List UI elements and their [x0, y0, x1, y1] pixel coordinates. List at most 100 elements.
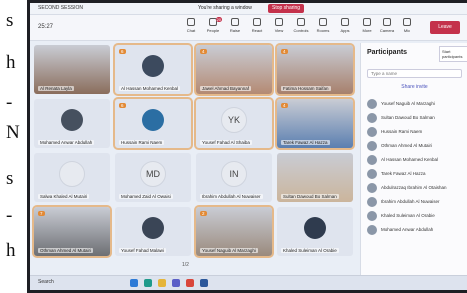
- toolbar-label: Raise: [229, 28, 241, 33]
- participant-list: Yousef Naguib Al Marzaghi Sultan Dawoud B…: [365, 97, 467, 237]
- participant-name: Ibrahim Abdullah Al Nuwaiser: [200, 194, 263, 199]
- title-bar: SECOND SESSION You're sharing a window S…: [30, 3, 467, 15]
- participant-list-name: Ibrahim Abdullah Al Nuwaiser: [381, 199, 440, 204]
- camera-icon: [383, 18, 391, 26]
- margin-glyph: s: [6, 10, 14, 31]
- reaction-count-badge: 4: [281, 49, 288, 54]
- participant-name: Yousef Fahad Malawi: [119, 248, 166, 253]
- toolbar-raise-button[interactable]: Raise: [224, 18, 246, 38]
- participant-name: Mohamed Zaid Al Owaisi: [119, 194, 173, 199]
- participant-video-tile[interactable]: MD Mohamed Zaid Al Owaisi: [115, 153, 191, 202]
- participant-list-item[interactable]: Hussain Rami Naem: [365, 125, 467, 139]
- toolbar-camera-button[interactable]: Camera: [376, 18, 398, 38]
- participants-panel: Participants Start participants Type a n…: [360, 43, 467, 275]
- panel-tooltip: Start participants: [439, 46, 467, 62]
- view-icon: [275, 18, 283, 26]
- participant-video-tile[interactable]: 4 Tarek Fawaz Al Hazza: [275, 97, 355, 150]
- reaction-count-badge: 2: [200, 211, 207, 216]
- participant-list-item[interactable]: Sultan Dawoud Bo Salman: [365, 111, 467, 125]
- controls-icon: [297, 18, 305, 26]
- participant-video-tile[interactable]: YK Yousef Fahad Al Shaiba: [194, 97, 274, 150]
- participant-name: Othman Ahmed Al Mutairi: [38, 248, 94, 253]
- participant-video-tile[interactable]: IN Ibrahim Abdullah Al Nuwaiser: [196, 153, 272, 202]
- meeting-timer: 25:27: [38, 24, 54, 30]
- toolbar-react-button[interactable]: React: [246, 18, 268, 38]
- initials-avatar: MD: [140, 160, 166, 187]
- windows-taskbar: Search: [30, 275, 467, 290]
- taskbar-search[interactable]: Search: [38, 279, 54, 285]
- participant-list-item[interactable]: Othman Ahmed Al Mutairi: [365, 139, 467, 153]
- participant-video-tile[interactable]: Salwa Khaled Al Mutairi: [34, 153, 110, 202]
- toolbar-label: Rooms: [316, 28, 330, 33]
- avatar: [367, 155, 377, 165]
- toolbar-label: React: [251, 28, 263, 33]
- stop-sharing-button[interactable]: Stop sharing: [268, 4, 305, 13]
- reaction-count-badge: 6: [119, 103, 126, 108]
- participant-list-name: Tarek Fawaz Al Hazza: [381, 171, 426, 176]
- start-icon[interactable]: [130, 279, 138, 287]
- participant-video-tile[interactable]: 7 Othman Ahmed Al Mutairi: [32, 205, 112, 258]
- margin-glyph: -: [6, 205, 13, 226]
- avatar: [367, 99, 377, 109]
- participant-list-item[interactable]: Ibrahim Abdullah Al Nuwaiser: [365, 195, 467, 209]
- participant-video-tile[interactable]: Sultan Dawoud Bo Salman: [277, 153, 353, 202]
- participant-video-tile[interactable]: 4 Fatima Hossam Saifan: [275, 43, 355, 96]
- participant-video-tile[interactable]: 6 Al Hassan Mohamed Kenbal: [113, 43, 193, 96]
- initials-avatar: [59, 160, 85, 187]
- avatar: [367, 197, 377, 207]
- participant-list-item[interactable]: Khaled Suleiman Al Orabie: [365, 209, 467, 223]
- teams-icon[interactable]: [172, 279, 180, 287]
- page-indicator[interactable]: 1/2: [182, 262, 189, 268]
- participant-name: Yousef Naguib Al Marzaghi: [200, 248, 258, 253]
- toolbar-apps-button[interactable]: Apps: [334, 18, 356, 38]
- participant-search-input[interactable]: Type a name: [367, 69, 462, 78]
- sharing-status: You're sharing a window: [198, 5, 252, 11]
- participant-video-tile[interactable]: 2 Yousef Naguib Al Marzaghi: [194, 205, 274, 258]
- avatar: [61, 108, 83, 131]
- word-icon[interactable]: [200, 279, 208, 287]
- participant-name: Salwa Khaled Al Mutairi: [38, 194, 90, 199]
- participant-video-tile[interactable]: Mohamed Anwar Abdullah: [34, 99, 110, 148]
- teams-meeting-screen: SECOND SESSION You're sharing a window S…: [30, 3, 467, 290]
- reaction-count-badge: 4: [200, 49, 207, 54]
- participant-list-item[interactable]: Tarek Fawaz Al Hazza: [365, 167, 467, 181]
- toolbar-controls-button[interactable]: Controls: [290, 18, 312, 38]
- participant-video-tile[interactable]: Khaled Suleiman Al Orabie: [277, 207, 353, 256]
- toolbar-view-button[interactable]: View: [268, 18, 290, 38]
- toolbar-label: Apps: [340, 28, 350, 33]
- participant-list-item[interactable]: Abdulrazzaq Ibrahim Al Otaishan: [365, 181, 467, 195]
- participant-list-item[interactable]: Yousef Naguib Al Marzaghi: [365, 97, 467, 111]
- toolbar-mic-button[interactable]: Mic: [396, 18, 418, 38]
- participant-list-item[interactable]: Al Hassan Mohamed Kenbal: [365, 153, 467, 167]
- reaction-count-badge: 7: [38, 211, 45, 216]
- participant-list-item[interactable]: Mohamed Anwar Abdullah: [365, 223, 467, 237]
- toolbar-people-button[interactable]: People 20: [202, 17, 224, 38]
- participant-name: Al Hassan Mohamed Kenbal: [119, 86, 181, 91]
- avatar: [142, 216, 164, 239]
- toolbar-chat-button[interactable]: Chat: [180, 18, 202, 38]
- explorer-icon[interactable]: [158, 279, 166, 287]
- margin-glyph: h: [6, 240, 16, 261]
- leave-button[interactable]: Leave: [430, 21, 460, 34]
- apps-icon: [341, 18, 349, 26]
- participant-name: Mohamed Anwar Abdullah: [38, 140, 95, 145]
- edge-icon[interactable]: [144, 279, 152, 287]
- initials-avatar: YK: [221, 106, 247, 133]
- panel-title: Participants: [367, 49, 408, 56]
- share-invite-button[interactable]: Share invite: [367, 83, 462, 92]
- participant-list-name: Yousef Naguib Al Marzaghi: [381, 101, 435, 106]
- participant-video-tile[interactable]: 4 Jawel Ahmad Bayannaf: [194, 43, 274, 96]
- participant-video-tile[interactable]: Al Renata Layla: [34, 45, 110, 94]
- participant-video-tile[interactable]: 6 Hussain Rami Naem: [113, 97, 193, 150]
- chrome-icon[interactable]: [186, 279, 194, 287]
- toolbar-more-button[interactable]: More: [356, 18, 378, 38]
- toolbar-label: Camera: [379, 28, 395, 33]
- participant-video-tile[interactable]: Yousef Fahad Malawi: [115, 207, 191, 256]
- video-grid: Al Renata Layla 6 Al Hassan Mohamed Kenbal…: [32, 43, 355, 263]
- avatar: [142, 54, 164, 77]
- toolbar-label: View: [274, 28, 284, 33]
- meeting-title: SECOND SESSION: [38, 5, 84, 11]
- participant-list-name: Abdulrazzaq Ibrahim Al Otaishan: [381, 185, 447, 190]
- toolbar-rooms-button[interactable]: Rooms: [312, 18, 334, 38]
- react-icon: [253, 18, 261, 26]
